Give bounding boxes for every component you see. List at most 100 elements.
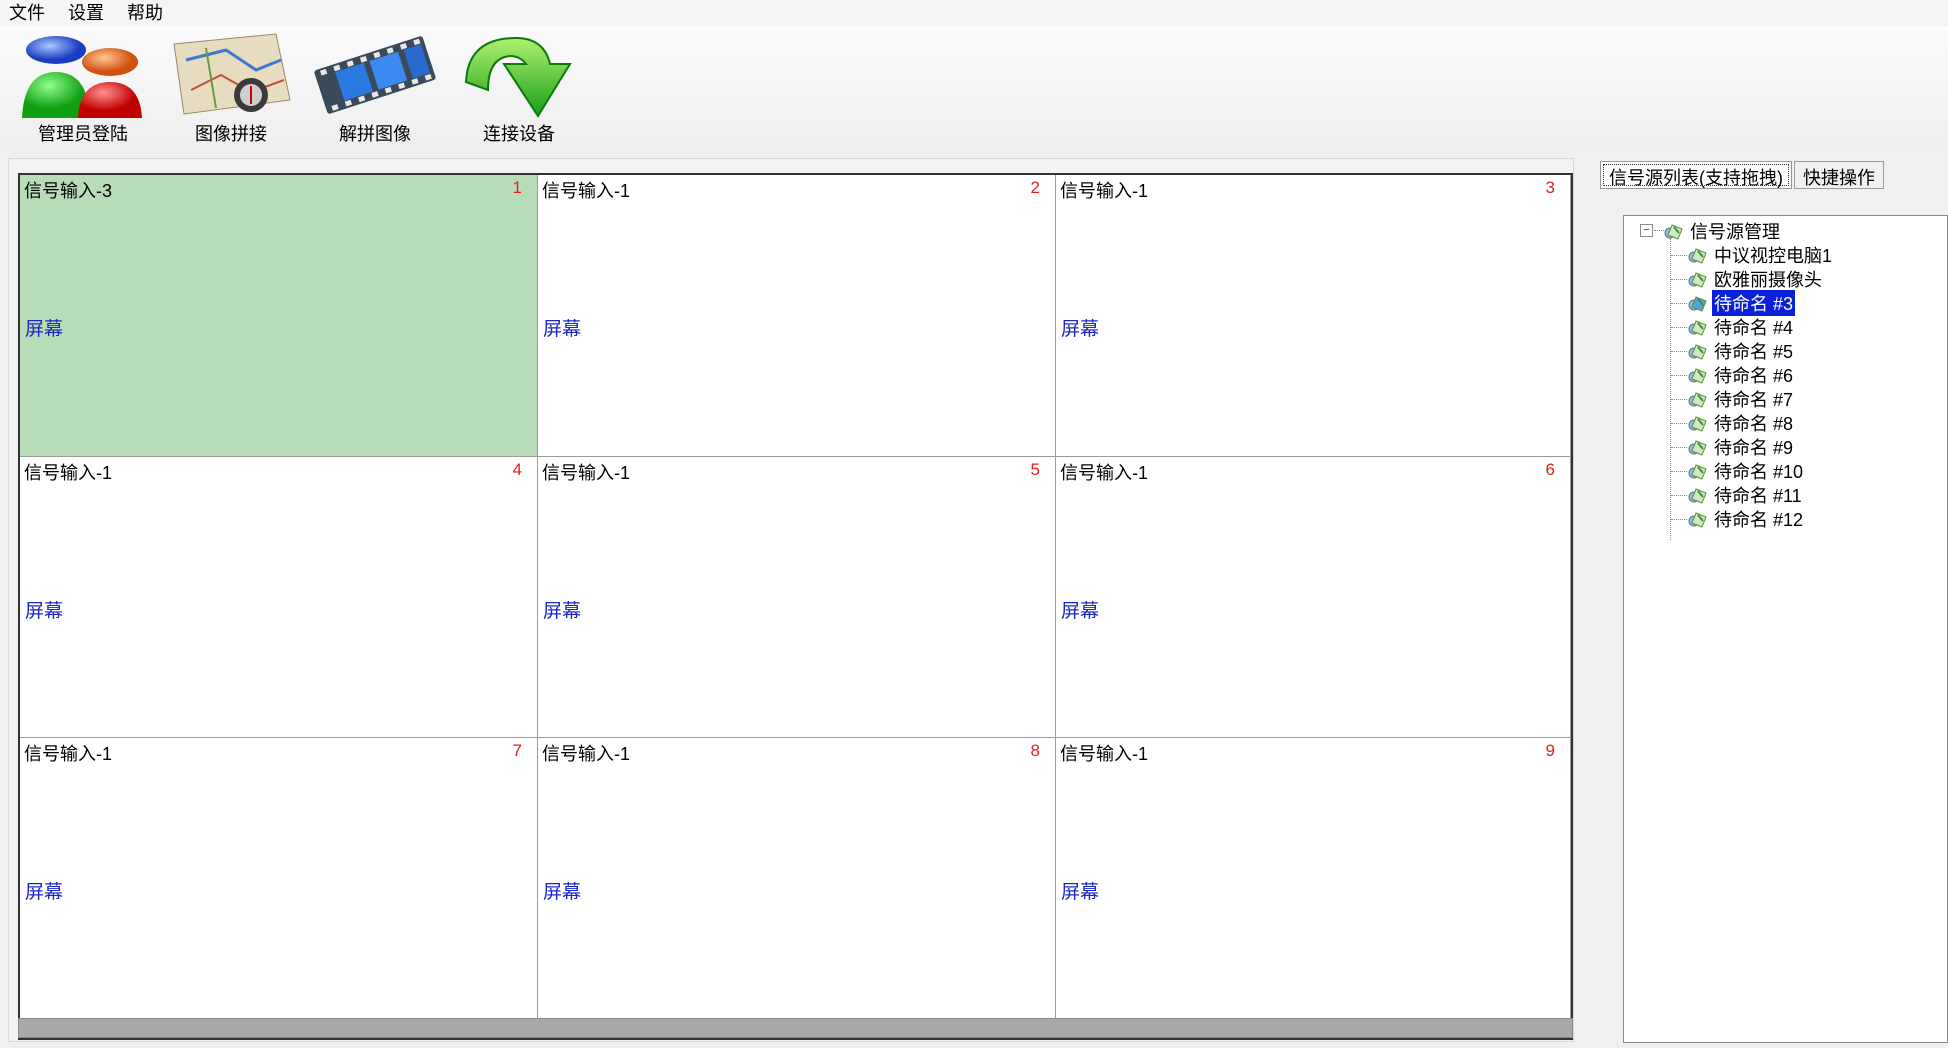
screen-cell-3[interactable]: 信号输入-1 3 屏幕 xyxy=(1056,175,1571,457)
unstitch-image-button[interactable]: 解拼图像 xyxy=(300,30,450,146)
cell-screen-label: 屏幕 xyxy=(543,319,582,340)
tree-item-label: 待命名 #8 xyxy=(1714,414,1794,434)
connect-device-label: 连接设备 xyxy=(483,124,555,144)
screen-grid: 信号输入-3 1 屏幕 信号输入-1 2 屏幕 信号输入-1 3 屏幕 信号输入… xyxy=(18,173,1573,1040)
tree-connector xyxy=(1671,327,1687,328)
screen-cell-6[interactable]: 信号输入-1 6 屏幕 xyxy=(1056,457,1571,738)
tree-item-label: 欧雅丽摄像头 xyxy=(1714,270,1822,290)
toolbar: 管理员登陆 图像拼接 解拼图像 连接设备 xyxy=(0,26,1948,151)
tree-item[interactable]: 欧雅丽摄像头 xyxy=(1686,267,1824,291)
tree-item[interactable]: 待命名 #6 xyxy=(1686,363,1795,387)
menu-help[interactable]: 帮助 xyxy=(118,1,177,25)
cell-screen-label: 屏幕 xyxy=(1061,601,1100,622)
admin-login-button[interactable]: 管理员登陆 xyxy=(8,30,158,146)
tree-item-label: 待命名 #4 xyxy=(1714,318,1794,338)
tab-signal-source-list[interactable]: 信号源列表(支持拖拽) xyxy=(1600,161,1792,189)
tree-item[interactable]: 待命名 #5 xyxy=(1686,339,1795,363)
tree-item[interactable]: 待命名 #10 xyxy=(1686,459,1805,483)
source-tabs: 信号源列表(支持拖拽) 快捷操作 xyxy=(1600,161,1886,191)
collapse-icon[interactable]: − xyxy=(1640,224,1653,237)
tree-root-label: 信号源管理 xyxy=(1690,222,1780,242)
signal-source-icon xyxy=(1688,440,1707,456)
map-icon xyxy=(173,33,291,115)
screen-cell-2[interactable]: 信号输入-1 2 屏幕 xyxy=(538,175,1056,457)
image-stitch-button[interactable]: 图像拼接 xyxy=(156,30,306,146)
cell-signal-title: 信号输入-1 xyxy=(24,463,113,483)
cell-screen-label: 屏幕 xyxy=(543,601,582,622)
cell-number: 1 xyxy=(512,178,522,197)
cell-signal-title: 信号输入-1 xyxy=(1060,181,1149,201)
tree-item-label: 待命名 #11 xyxy=(1714,486,1802,506)
screen-cell-8[interactable]: 信号输入-1 8 屏幕 xyxy=(538,738,1056,1019)
screen-cell-5[interactable]: 信号输入-1 5 屏幕 xyxy=(538,457,1056,738)
tree-item-label: 待命名 #6 xyxy=(1714,366,1794,386)
cell-number: 4 xyxy=(512,460,522,479)
cell-number: 9 xyxy=(1545,741,1555,760)
cell-number: 6 xyxy=(1545,460,1555,479)
unstitch-image-label: 解拼图像 xyxy=(339,124,411,144)
tree-root[interactable]: 信号源管理 xyxy=(1662,219,1782,243)
tree-item[interactable]: 待命名 #9 xyxy=(1686,435,1795,459)
horizontal-scrollbar[interactable] xyxy=(18,1018,1573,1038)
signal-source-icon xyxy=(1688,464,1707,480)
signal-source-tree: − 信号源管理 中议视控电脑1 欧雅丽摄像头 待命名 #3 待命名 #4 待命名 #5 待… xyxy=(1623,215,1948,1043)
cell-screen-label: 屏幕 xyxy=(25,319,64,340)
tree-item[interactable]: 中议视控电脑1 xyxy=(1686,243,1834,267)
tree-connector xyxy=(1671,351,1687,352)
cell-signal-title: 信号输入-1 xyxy=(542,463,631,483)
users-icon xyxy=(22,36,142,118)
menu-settings[interactable]: 设置 xyxy=(59,1,118,25)
menu-bar: 文件 设置 帮助 xyxy=(0,0,1948,26)
tree-item[interactable]: 待命名 #8 xyxy=(1686,411,1795,435)
tree-connector xyxy=(1671,519,1687,520)
screen-cell-4[interactable]: 信号输入-1 4 屏幕 xyxy=(20,457,538,738)
cell-screen-label: 屏幕 xyxy=(1061,319,1100,340)
cell-number: 3 xyxy=(1545,178,1555,197)
tree-item[interactable]: 待命名 #12 xyxy=(1686,507,1805,531)
signal-source-icon xyxy=(1664,224,1683,240)
tree-connector xyxy=(1671,375,1687,376)
cell-number: 5 xyxy=(1030,460,1040,479)
tree-connector xyxy=(1671,471,1687,472)
screen-cell-7[interactable]: 信号输入-1 7 屏幕 xyxy=(20,738,538,1019)
signal-source-icon xyxy=(1688,320,1707,336)
green-arrow-icon xyxy=(464,36,572,118)
tree-item[interactable]: 待命名 #7 xyxy=(1686,387,1795,411)
cell-signal-title: 信号输入-1 xyxy=(1060,744,1149,764)
tree-item-label: 待命名 #5 xyxy=(1714,342,1794,362)
image-stitch-label: 图像拼接 xyxy=(195,124,267,144)
cell-number: 8 xyxy=(1030,741,1040,760)
cell-screen-label: 屏幕 xyxy=(1061,882,1100,903)
tree-connector xyxy=(1671,423,1687,424)
menu-file[interactable]: 文件 xyxy=(0,1,59,25)
tree-item-label: 待命名 #10 xyxy=(1714,462,1804,482)
signal-source-icon xyxy=(1688,368,1707,384)
signal-source-icon xyxy=(1688,272,1707,288)
tree-item-label: 待命名 #7 xyxy=(1714,390,1794,410)
tree-connector xyxy=(1671,279,1687,280)
connect-device-button[interactable]: 连接设备 xyxy=(444,30,594,146)
tree-connector xyxy=(1671,399,1687,400)
tree-item[interactable]: 待命名 #11 xyxy=(1686,483,1804,507)
tree-item-label: 待命名 #9 xyxy=(1714,438,1794,458)
signal-source-icon xyxy=(1688,248,1707,264)
cell-number: 2 xyxy=(1030,178,1040,197)
tree-connector xyxy=(1671,303,1687,304)
tree-item[interactable]: 待命名 #4 xyxy=(1686,315,1795,339)
screen-cell-1[interactable]: 信号输入-3 1 屏幕 xyxy=(20,175,538,457)
cell-signal-title: 信号输入-1 xyxy=(542,744,631,764)
cell-signal-title: 信号输入-3 xyxy=(24,181,113,201)
tree-item-label: 待命名 #3 xyxy=(1710,289,1797,317)
cell-screen-label: 屏幕 xyxy=(25,601,64,622)
tree-item[interactable]: 待命名 #3 xyxy=(1686,289,1797,317)
cell-signal-title: 信号输入-1 xyxy=(542,181,631,201)
film-icon xyxy=(314,36,436,114)
screen-cell-9[interactable]: 信号输入-1 9 屏幕 xyxy=(1056,738,1571,1019)
cell-screen-label: 屏幕 xyxy=(25,882,64,903)
tree-item-label: 中议视控电脑1 xyxy=(1714,246,1833,266)
signal-source-icon xyxy=(1688,488,1707,504)
admin-login-label: 管理员登陆 xyxy=(38,124,128,144)
signal-source-icon xyxy=(1688,416,1707,432)
signal-source-icon xyxy=(1688,512,1707,528)
tab-quick-actions[interactable]: 快捷操作 xyxy=(1794,161,1884,189)
